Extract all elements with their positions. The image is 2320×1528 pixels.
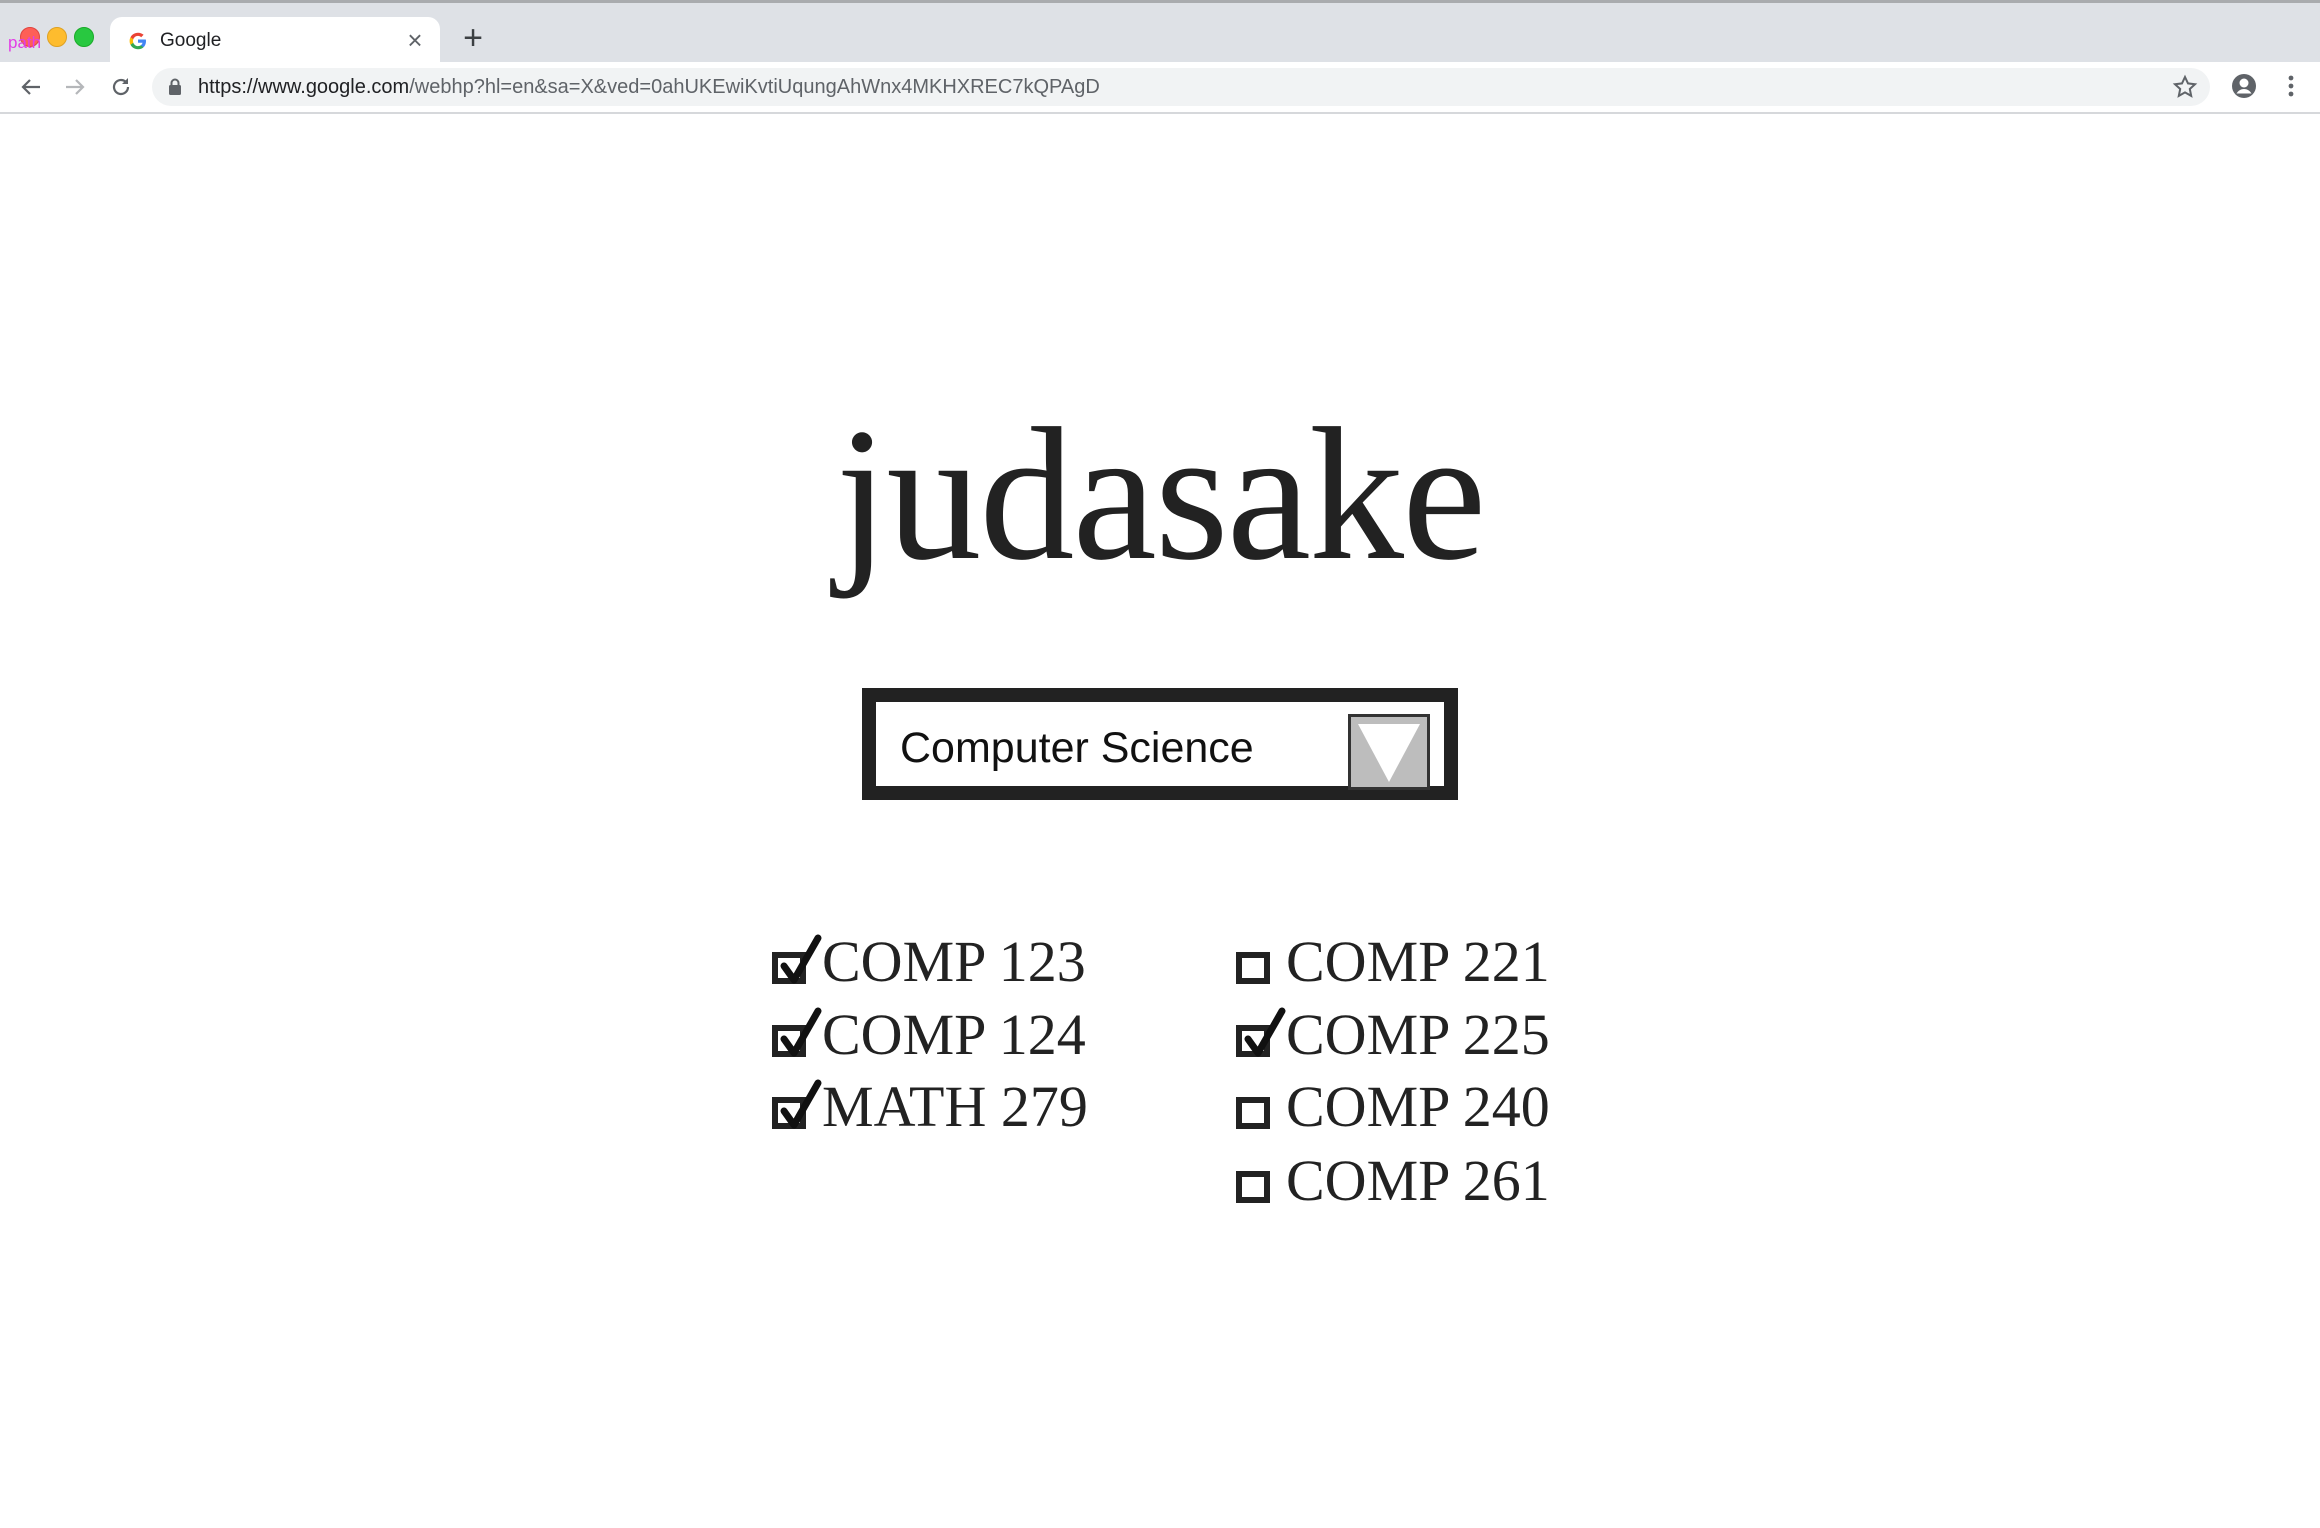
- course-checkbox[interactable]: [1236, 1077, 1280, 1137]
- url-host: https://www.google.com: [198, 76, 410, 98]
- triangle-down-icon: [1358, 724, 1420, 782]
- site-logo: judasake: [835, 390, 1487, 600]
- course-checkbox-item[interactable]: COMP 221: [1236, 932, 1550, 992]
- browser-titlebar: path Google × +: [0, 0, 2320, 65]
- checkmark-icon: [772, 1077, 832, 1142]
- lock-icon: [169, 78, 181, 95]
- course-label: COMP 124: [822, 1002, 1086, 1067]
- course-checkbox[interactable]: [1236, 1151, 1280, 1211]
- back-arrow-icon[interactable]: [14, 70, 48, 104]
- checkbox-square[interactable]: [1236, 952, 1270, 984]
- checkbox-square[interactable]: [1236, 1097, 1270, 1129]
- course-checkbox-item[interactable]: MATH 279: [772, 1077, 1088, 1137]
- path-overlay-label: path: [8, 33, 42, 52]
- course-checkbox[interactable]: [1236, 932, 1280, 992]
- course-label: COMP 261: [1286, 1148, 1550, 1213]
- address-bar[interactable]: https://www.google.com/webhp?hl=en&sa=X&…: [152, 68, 2210, 106]
- close-icon[interactable]: ×: [402, 27, 428, 53]
- window-zoom-button[interactable]: [74, 27, 94, 47]
- course-checkbox[interactable]: [772, 1005, 822, 1065]
- course-checkbox-item[interactable]: COMP 261: [1236, 1151, 1550, 1211]
- department-selected-value: Computer Science: [900, 724, 1254, 772]
- window-minimize-button[interactable]: [47, 27, 67, 47]
- reload-icon[interactable]: [104, 70, 138, 104]
- checkmark-icon: [772, 932, 832, 997]
- department-dropdown[interactable]: Computer Science: [862, 688, 1458, 800]
- course-checkbox-item[interactable]: COMP 225: [1236, 1005, 1550, 1065]
- more-vert-icon[interactable]: [2276, 70, 2306, 102]
- checkmark-icon: [772, 1005, 832, 1070]
- star-icon[interactable]: [2172, 74, 2198, 100]
- course-checkbox-item[interactable]: COMP 240: [1236, 1077, 1550, 1137]
- url-text: https://www.google.com/webhp?hl=en&sa=X&…: [198, 76, 1100, 99]
- course-label: MATH 279: [822, 1074, 1088, 1139]
- course-checkbox[interactable]: [772, 932, 822, 992]
- dropdown-arrow-button[interactable]: [1348, 714, 1430, 790]
- forward-arrow-icon[interactable]: [58, 70, 92, 104]
- course-checkbox[interactable]: [772, 1077, 822, 1137]
- course-label: COMP 221: [1286, 929, 1550, 994]
- browser-toolbar: https://www.google.com/webhp?hl=en&sa=X&…: [0, 62, 2320, 114]
- url-path: /webhp?hl=en&sa=X&ved=0ahUKEwiKvtiUqungA…: [409, 76, 1100, 98]
- plus-icon[interactable]: +: [458, 21, 488, 55]
- course-label: COMP 225: [1286, 1002, 1550, 1067]
- google-favicon-icon: [129, 32, 146, 50]
- course-checkbox-item[interactable]: COMP 123: [772, 932, 1086, 992]
- course-label: COMP 240: [1286, 1074, 1550, 1139]
- course-label: COMP 123: [822, 929, 1086, 994]
- course-checkbox[interactable]: [1236, 1005, 1286, 1065]
- course-checkbox-item[interactable]: COMP 124: [772, 1005, 1086, 1065]
- checkbox-square[interactable]: [1236, 1171, 1270, 1203]
- checkmark-icon: [1236, 1005, 1296, 1070]
- tab-google[interactable]: Google ×: [110, 17, 440, 65]
- profile-icon[interactable]: [2228, 70, 2260, 102]
- tab-title: Google: [160, 30, 222, 51]
